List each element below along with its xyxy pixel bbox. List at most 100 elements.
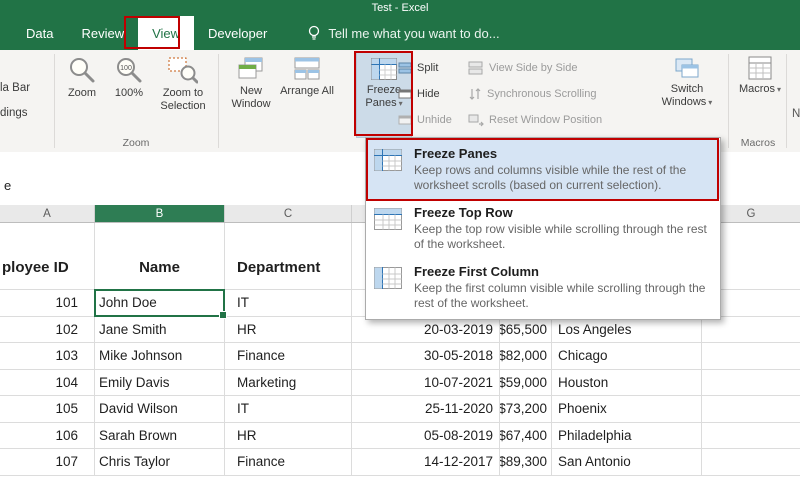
cell-city[interactable]: Houston [552, 369, 702, 396]
switch-windows-label: Switch Windows [661, 83, 707, 108]
cell-dept[interactable]: HR [225, 316, 352, 343]
tab-developer[interactable]: Developer [194, 16, 281, 50]
zoom-button[interactable]: Zoom [58, 52, 106, 138]
cell[interactable] [702, 343, 800, 370]
cell-salary[interactable]: $82,000 [500, 343, 552, 370]
magnifier-icon [67, 55, 97, 85]
cell-name[interactable]: David Wilson [95, 396, 225, 423]
cell-dept[interactable]: Finance [225, 449, 352, 476]
new-window-label: New Window [231, 85, 271, 110]
tab-data[interactable]: Data [12, 16, 67, 50]
cell[interactable] [702, 449, 800, 476]
tab-view[interactable]: View [138, 16, 195, 50]
hide-button[interactable]: Hide [398, 83, 440, 105]
tab-review[interactable]: Review [67, 16, 138, 50]
cell-date[interactable]: 20-03-2019 [352, 316, 500, 343]
cell[interactable] [702, 423, 800, 449]
menu-item-freeze-top-row[interactable]: Freeze Top Row Keep the top row visible … [366, 199, 720, 258]
cell-city[interactable]: Phoenix [552, 396, 702, 423]
split-icon [398, 61, 412, 75]
freeze-first-column-menu-icon [374, 264, 404, 289]
view-side-by-side-button[interactable]: View Side by Side [468, 57, 577, 79]
cell-dept[interactable]: HR [225, 422, 352, 449]
menu-item-text: Freeze Top Row Keep the top row visible … [414, 205, 712, 252]
cell-name-selected[interactable]: John Doe [94, 289, 227, 319]
cell-dept[interactable]: IT [225, 290, 352, 317]
lightbulb-icon [307, 25, 321, 41]
zoom-to-selection-label: Zoom to Selection [160, 87, 206, 112]
column-header-a[interactable]: A [0, 205, 95, 222]
group-separator [218, 54, 219, 148]
cell-id[interactable]: 105 [0, 396, 95, 423]
cell-id[interactable]: 106 [0, 422, 95, 449]
zoom-to-selection-button[interactable]: Zoom to Selection [152, 52, 214, 138]
cell-date[interactable]: 25-11-2020 [352, 396, 500, 423]
cell-department-header[interactable]: Department [225, 223, 352, 290]
reset-window-position-button[interactable]: Reset Window Position [468, 109, 602, 131]
cell-dept[interactable]: IT [225, 396, 352, 423]
cell-name[interactable]: Sarah Brown [95, 422, 225, 449]
cell-name[interactable]: Emily Davis [95, 369, 225, 396]
menu-item-text: Freeze First Column Keep the first colum… [414, 264, 712, 311]
arrange-all-label: Arrange All [280, 85, 334, 97]
synchronous-scrolling-button[interactable]: Synchronous Scrolling [468, 83, 596, 105]
cell-name[interactable]: Jane Smith [95, 316, 225, 343]
cell[interactable] [702, 317, 800, 343]
view-side-by-side-label: View Side by Side [489, 62, 578, 74]
unhide-button[interactable]: Unhide [398, 109, 452, 131]
zoom-100-button[interactable]: 100 100% [106, 52, 152, 138]
cell-date[interactable]: 30-05-2018 [352, 343, 500, 370]
cell-salary[interactable]: $73,200 [500, 396, 552, 423]
reset-window-position-label: Reset Window Position [489, 114, 603, 126]
cell-id[interactable]: 103 [0, 343, 95, 370]
show-group-headings-fragment: dings [0, 107, 28, 119]
column-header-c[interactable]: C [225, 205, 352, 222]
cell[interactable] [702, 370, 800, 396]
cell-name-header[interactable]: Name [95, 223, 225, 290]
cell-id[interactable]: 101 [0, 290, 95, 317]
cell-salary[interactable]: $67,400 [500, 422, 552, 449]
menu-item-title: Freeze First Column [414, 264, 539, 279]
cell-city[interactable]: Los Angeles [552, 316, 702, 343]
cell-dept[interactable]: Finance [225, 343, 352, 370]
cell-date[interactable]: 10-07-2021 [352, 369, 500, 396]
menu-item-freeze-panes[interactable]: Freeze Panes Keep rows and columns visib… [366, 140, 720, 199]
switch-windows-button[interactable]: Switch Windows ▾ [658, 52, 716, 138]
cell-date[interactable]: 05-08-2019 [352, 422, 500, 449]
cell-name[interactable]: Chris Taylor [95, 449, 225, 476]
sheet-row: 102 Jane Smith HR 20-03-2019 $65,500 Los… [0, 316, 800, 343]
arrange-all-button[interactable]: Arrange All [280, 52, 334, 138]
new-window-button[interactable]: New Window [224, 52, 278, 138]
chevron-down-icon: ▾ [777, 85, 782, 94]
cell-city[interactable]: Philadelphia [552, 422, 702, 449]
split-button[interactable]: Split [398, 57, 438, 79]
tell-me-box[interactable]: Tell me what you want to do... [307, 16, 500, 50]
sheet-row: 105 David Wilson IT 25-11-2020 $73,200 P… [0, 396, 800, 423]
synchronous-scrolling-label: Synchronous Scrolling [487, 88, 597, 100]
menu-item-freeze-first-column[interactable]: Freeze First Column Keep the first colum… [366, 258, 720, 317]
cell-date[interactable]: 14-12-2017 [352, 449, 500, 476]
cell-id[interactable]: 104 [0, 369, 95, 396]
column-header-b[interactable]: B [95, 205, 225, 222]
cell-text: John Doe [99, 295, 157, 311]
chevron-down-icon: ▾ [708, 97, 713, 107]
new-window-icon [236, 55, 266, 83]
cell[interactable] [702, 396, 800, 423]
macros-button[interactable]: Macros ▾ [736, 52, 784, 138]
arrange-all-icon [292, 55, 322, 83]
cell-employee-id-header[interactable]: ployee ID [0, 223, 95, 290]
cell-salary[interactable]: $89,300 [500, 449, 552, 476]
cell-city[interactable]: Chicago [552, 343, 702, 370]
zoom-selection-icon [168, 55, 198, 85]
ribbon-tab-bar: Data Review View Developer Tell me what … [0, 16, 800, 50]
cell-id[interactable]: 107 [0, 449, 95, 476]
cell-id[interactable]: 102 [0, 316, 95, 343]
cell-name[interactable]: Mike Johnson [95, 343, 225, 370]
cell-city[interactable]: San Antonio [552, 449, 702, 476]
menu-item-description: Keep the first column visible while scro… [414, 281, 706, 310]
hide-icon [398, 87, 412, 101]
cell-salary[interactable]: $65,500 [500, 316, 552, 343]
fill-handle[interactable] [219, 310, 227, 319]
cell-dept[interactable]: Marketing [225, 369, 352, 396]
cell-salary[interactable]: $59,000 [500, 369, 552, 396]
